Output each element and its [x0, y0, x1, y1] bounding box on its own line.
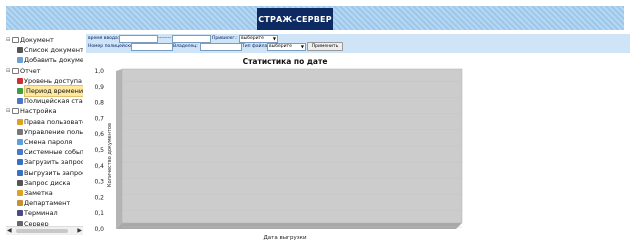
sidebar-item-password[interactable]: Смена пароля: [17, 137, 72, 147]
chart-y-tick-label: 0,1: [94, 210, 104, 217]
time-to-input[interactable]: [172, 35, 211, 43]
collapse-toggle-icon[interactable]: ⊟: [6, 106, 11, 116]
police-stats-icon: [17, 98, 23, 105]
time-label: время ввода:: [88, 36, 120, 41]
sidebar-item-label: Документ: [20, 36, 54, 44]
file-type-select-value: выберите: [269, 44, 292, 49]
sidebar-item-label: Права пользователей: [24, 117, 83, 126]
password-icon: [17, 139, 23, 145]
chart-y-tick-label: 0,7: [94, 115, 104, 122]
ownership-input[interactable]: [200, 43, 242, 51]
sidebar-item-events[interactable]: Системные события: [17, 147, 83, 157]
apply-button[interactable]: Применить: [307, 42, 343, 51]
sidebar-item-note[interactable]: Заметка: [17, 188, 53, 198]
time-period-icon: [17, 88, 23, 94]
sidebar-item-label: Полицейская статистика: [24, 97, 83, 106]
users-icon: [17, 128, 23, 135]
settings-group-icon: [12, 108, 19, 115]
sidebar-item-label: Департамент: [24, 199, 71, 208]
sidebar-item-users[interactable]: Управление пользователями: [17, 127, 83, 137]
sidebar-item-upload[interactable]: Загрузить запрос: [17, 157, 83, 167]
sidebar-item-police-stats[interactable]: Полицейская статистика: [17, 96, 83, 106]
sidebar-item-label: Выгрузить запрос: [24, 168, 83, 177]
chart-y-tick-label: 0,9: [94, 84, 104, 91]
sidebar-item-department[interactable]: Департамент: [17, 198, 70, 208]
events-icon: [17, 149, 23, 156]
chart-y-axis-label: Количество документов: [107, 123, 113, 187]
sidebar-group-document-group[interactable]: ⊟ Документ: [6, 35, 54, 45]
sidebar-item-key[interactable]: Права пользователей: [17, 117, 83, 127]
sidebar-item-label: Терминал: [24, 209, 58, 218]
terminal-icon: [17, 210, 23, 217]
filter-bar: время ввода: -------- Привилег.: выберит…: [86, 34, 630, 53]
sidebar-group-report-group[interactable]: ⊟ Отчет: [6, 66, 41, 76]
scroll-right-icon[interactable]: ▶: [77, 227, 82, 235]
chart-title: Статистика по дате: [242, 57, 328, 66]
chart-y-tick-label: 0,5: [94, 147, 104, 154]
access-level-icon: [17, 77, 23, 84]
scrollbar-thumb[interactable]: [16, 229, 68, 233]
collapse-toggle-icon[interactable]: ⊟: [6, 66, 11, 76]
chart-x-axis-label: Дата выгрузки: [263, 235, 307, 241]
privilege-select-value: выберите: [241, 36, 264, 41]
chart-y-tick-label: 1,0: [94, 68, 104, 75]
sidebar-item-terminal[interactable]: Терминал: [17, 208, 58, 218]
chart-y-tick-label: 0,6: [94, 131, 104, 138]
chevron-down-icon: ▼: [272, 36, 276, 41]
sidebar-item-add-document[interactable]: Добавить документ: [17, 55, 83, 65]
sidebar-item-label: Список документов: [24, 46, 83, 55]
time-from-input[interactable]: [119, 35, 158, 43]
chart-y-tick-label: 0,0: [94, 226, 104, 233]
sidebar-item-label: Загрузить запрос: [24, 158, 83, 167]
sidebar-tree: ⊟ Документ Список документовДобавить докум…: [6, 34, 83, 234]
sidebar-item-label: Настройка: [20, 107, 57, 116]
upload-icon: [17, 159, 23, 166]
sidebar-item-time-period[interactable]: Период времени: [17, 85, 83, 97]
document-group-icon: [12, 37, 19, 43]
note-icon: [17, 190, 23, 196]
app-logo: СТРАЖ-СЕРВЕР: [257, 8, 333, 30]
privilege-select[interactable]: выберите ▼: [239, 35, 278, 43]
disk-icon: [17, 179, 23, 186]
time-separator: --------: [158, 36, 171, 41]
privilege-label: Привилег.:: [212, 36, 238, 41]
chart-y-tick-label: 0,3: [94, 179, 104, 186]
sidebar-item-label: Запрос диска: [24, 178, 71, 187]
scroll-left-icon[interactable]: ◀: [7, 227, 12, 235]
sidebar-item-label: Системные события: [24, 148, 83, 157]
key-icon: [17, 118, 23, 125]
chart-floor: [116, 223, 462, 229]
sidebar-horizontal-scrollbar[interactable]: ◀ ▶: [6, 226, 83, 235]
sidebar-item-label: Период времени: [24, 85, 83, 97]
sidebar-item-label: Смена пароля: [24, 138, 73, 146]
list-icon: [17, 47, 23, 54]
sidebar-item-label: Добавить документ: [24, 56, 83, 65]
sidebar-item-label: Управление пользователями: [24, 127, 83, 136]
chart-y-tick-label: 0,8: [94, 100, 104, 107]
download-icon: [17, 169, 23, 176]
chart-y-tick-label: 0,4: [94, 163, 104, 170]
file-type-select[interactable]: выберите ▼: [267, 43, 306, 51]
add-document-icon: [17, 57, 23, 64]
sidebar-item-label: Заметка: [24, 189, 53, 197]
sidebar-item-download[interactable]: Выгрузить запрос: [17, 168, 83, 178]
chart-y-tick-label: 0,2: [94, 194, 104, 201]
chevron-down-icon: ▼: [300, 44, 304, 49]
report-group-icon: [12, 67, 19, 74]
file-type-label: Тип файла:: [242, 44, 269, 49]
ownership-label: Владелец:: [173, 44, 198, 49]
collapse-toggle-icon[interactable]: ⊟: [6, 35, 11, 45]
sidebar-group-settings-group[interactable]: ⊟ Настройка: [6, 106, 56, 116]
sidebar-item-label: Отчет: [20, 66, 41, 75]
header-banner: СТРАЖ-СЕРВЕР: [6, 6, 624, 30]
sidebar-item-list[interactable]: Список документов: [17, 45, 83, 55]
department-icon: [17, 200, 23, 207]
sidebar-item-disk[interactable]: Запрос диска: [17, 178, 70, 188]
police-number-input[interactable]: [131, 43, 173, 51]
chart-side-wall: [116, 69, 122, 229]
date-statistics-chart: 0,0 0,1 0,2 0,3 0,4 0,5 0,6 0,7 0,8 0,9 1,0: [94, 68, 463, 233]
